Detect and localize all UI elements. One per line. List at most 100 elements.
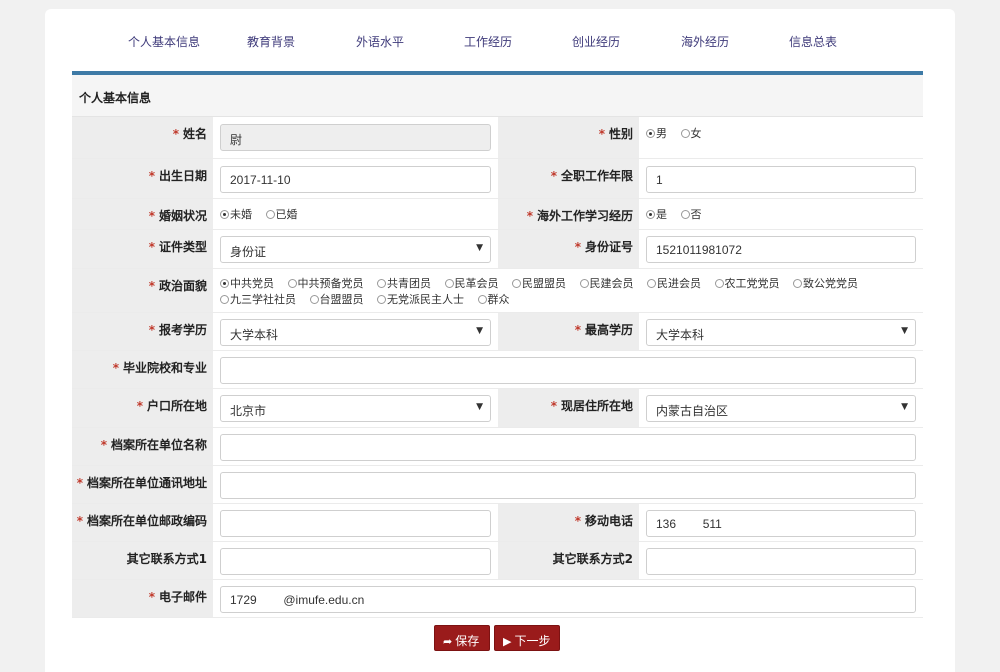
name-label: * 姓名 — [72, 117, 213, 158]
gender-radio-female[interactable]: 女 — [680, 126, 702, 142]
political-radio-czgd[interactable]: 致公党党员 — [793, 276, 858, 292]
row-political: * 政治面貌 中共党员 中共预备党员 共青团员 民革会员 民盟盟员 民建会员 民进… — [72, 269, 923, 313]
hukou-cell: 北京市 ▼ — [213, 389, 498, 427]
overseas-radio-no[interactable]: 否 — [680, 207, 702, 223]
marital-radio-married[interactable]: 已婚 — [265, 207, 298, 223]
radio-dot — [444, 279, 454, 288]
other-contact1-input[interactable] — [220, 548, 491, 575]
tab-language[interactable]: 外语水平 — [356, 33, 404, 50]
row-marital-overseas: * 婚姻状况 未婚 已婚 * 海外工作学习经历 是 否 — [72, 199, 923, 230]
radio-dot — [287, 279, 297, 288]
radio-dot — [265, 210, 275, 219]
radio-dot — [793, 279, 802, 288]
radio-dot — [220, 295, 229, 304]
hukou-select[interactable]: 北京市 ▼ — [220, 395, 491, 422]
radio-dot — [477, 295, 487, 304]
archive-unit-cell — [213, 428, 923, 465]
archive-zip-cell — [213, 504, 498, 541]
radio-dot — [220, 279, 229, 288]
id-type-cell: 身份证 ▼ — [213, 230, 498, 268]
archive-zip-label: * 档案所在单位邮政编码 — [72, 504, 213, 541]
political-radio-masses[interactable]: 群众 — [477, 292, 510, 308]
archive-address-input[interactable] — [220, 472, 916, 499]
political-radio-cpwdp[interactable]: 农工党党员 — [714, 276, 780, 292]
political-radio-cdl[interactable]: 民盟盟员 — [512, 276, 566, 292]
tab-education[interactable]: 教育背景 — [247, 33, 295, 50]
form-card: 个人基本信息 教育背景 外语水平 工作经历 创业经历 海外经历 信息总表 个人基… — [45, 9, 955, 672]
row-hukou-residence: * 户口所在地 北京市 ▼ * 现居住所在地 内蒙古自治区 ▼ — [72, 389, 923, 428]
other-contact1-label: 其它联系方式1 — [72, 542, 213, 579]
political-radio-cyl[interactable]: 共青团员 — [377, 276, 431, 292]
highest-edu-select[interactable]: 大学本科 ▼ — [646, 319, 916, 346]
tab-summary[interactable]: 信息总表 — [789, 33, 837, 50]
row-name-gender: * 姓名 尉 * 性别 男 女 — [72, 117, 923, 159]
birth-date-input[interactable]: 2017-11-10 — [220, 166, 491, 193]
row-school-major: * 毕业院校和专业 — [72, 351, 923, 389]
other-contact2-label: 其它联系方式2 — [498, 542, 639, 579]
marital-label: * 婚姻状况 — [72, 199, 213, 229]
marital-radio-single[interactable]: 未婚 — [220, 207, 252, 223]
radio-dot — [377, 295, 386, 304]
political-radio-ccp-probationary[interactable]: 中共预备党员 — [287, 276, 364, 292]
id-type-label: * 证件类型 — [72, 230, 213, 268]
archive-unit-input[interactable] — [220, 434, 916, 461]
row-idtype-idnumber: * 证件类型 身份证 ▼ * 身份证号 1521011981072 — [72, 230, 923, 269]
political-radio-ccp[interactable]: 中共党员 — [220, 276, 274, 292]
political-radio-capd[interactable]: 民进会员 — [647, 276, 701, 292]
radio-dot — [512, 279, 521, 288]
radio-dot — [646, 129, 655, 138]
radio-dot — [680, 129, 690, 138]
radio-dot — [579, 279, 589, 288]
hukou-label: * 户口所在地 — [72, 389, 213, 427]
work-years-cell: 1 — [639, 159, 923, 198]
archive-zip-input[interactable] — [220, 510, 491, 537]
next-step-button[interactable]: ▶ 下一步 — [494, 625, 560, 651]
email-cell: 1729 @imufe.edu.cn — [213, 580, 923, 617]
overseas-radio-yes[interactable]: 是 — [646, 207, 667, 223]
political-radio-jiusan[interactable]: 九三学社社员 — [220, 292, 296, 308]
share-icon: ➦ — [443, 635, 453, 648]
mobile-cell: 136 511 — [639, 504, 923, 541]
political-radio-nonparty[interactable]: 无党派民主人士 — [377, 292, 464, 308]
name-input[interactable]: 尉 — [220, 124, 491, 151]
save-button[interactable]: ➦ 保存 — [434, 625, 490, 651]
id-number-label: * 身份证号 — [498, 230, 639, 268]
mobile-input[interactable]: 136 511 — [646, 510, 916, 537]
school-major-input[interactable] — [220, 357, 916, 384]
other-contact1-cell — [213, 542, 498, 579]
id-number-input[interactable]: 1521011981072 — [646, 236, 916, 263]
other-contact2-cell — [639, 542, 923, 579]
apply-edu-select[interactable]: 大学本科 ▼ — [220, 319, 491, 346]
residence-label: * 现居住所在地 — [498, 389, 639, 427]
name-cell: 尉 — [213, 117, 498, 158]
row-archive-unit: * 档案所在单位名称 — [72, 428, 923, 466]
chevron-down-icon: ▼ — [476, 326, 483, 336]
political-cell: 中共党员 中共预备党员 共青团员 民革会员 民盟盟员 民建会员 民进会员 农工党… — [213, 269, 923, 312]
archive-address-label: * 档案所在单位通讯地址 — [72, 466, 213, 503]
tab-overseas[interactable]: 海外经历 — [681, 33, 729, 50]
political-radio-tdsgl[interactable]: 台盟盟员 — [309, 292, 364, 308]
radio-dot — [646, 210, 655, 219]
gender-label: * 性别 — [498, 117, 639, 158]
residence-select[interactable]: 内蒙古自治区 ▼ — [646, 395, 916, 422]
email-input[interactable]: 1729 @imufe.edu.cn — [220, 586, 916, 613]
tab-work[interactable]: 工作经历 — [464, 33, 512, 50]
work-years-input[interactable]: 1 — [646, 166, 916, 193]
mobile-label: * 移动电话 — [498, 504, 639, 541]
chevron-down-icon: ▼ — [476, 243, 483, 253]
archive-unit-label: * 档案所在单位名称 — [72, 428, 213, 465]
id-type-select[interactable]: 身份证 ▼ — [220, 236, 491, 263]
tab-startup[interactable]: 创业经历 — [572, 33, 620, 50]
tab-basic-info[interactable]: 个人基本信息 — [128, 33, 200, 50]
gender-radio-male[interactable]: 男 — [646, 126, 667, 142]
radio-dot — [647, 279, 656, 288]
other-contact2-input[interactable] — [646, 548, 916, 575]
radio-dot — [714, 279, 724, 288]
overseas-label: * 海外工作学习经历 — [498, 199, 639, 229]
highest-edu-cell: 大学本科 ▼ — [639, 313, 923, 350]
political-radio-rcck[interactable]: 民革会员 — [444, 276, 499, 292]
id-number-cell: 1521011981072 — [639, 230, 923, 268]
political-radio-cndca[interactable]: 民建会员 — [579, 276, 634, 292]
gender-cell: 男 女 — [639, 117, 923, 158]
birth-cell: 2017-11-10 — [213, 159, 498, 198]
